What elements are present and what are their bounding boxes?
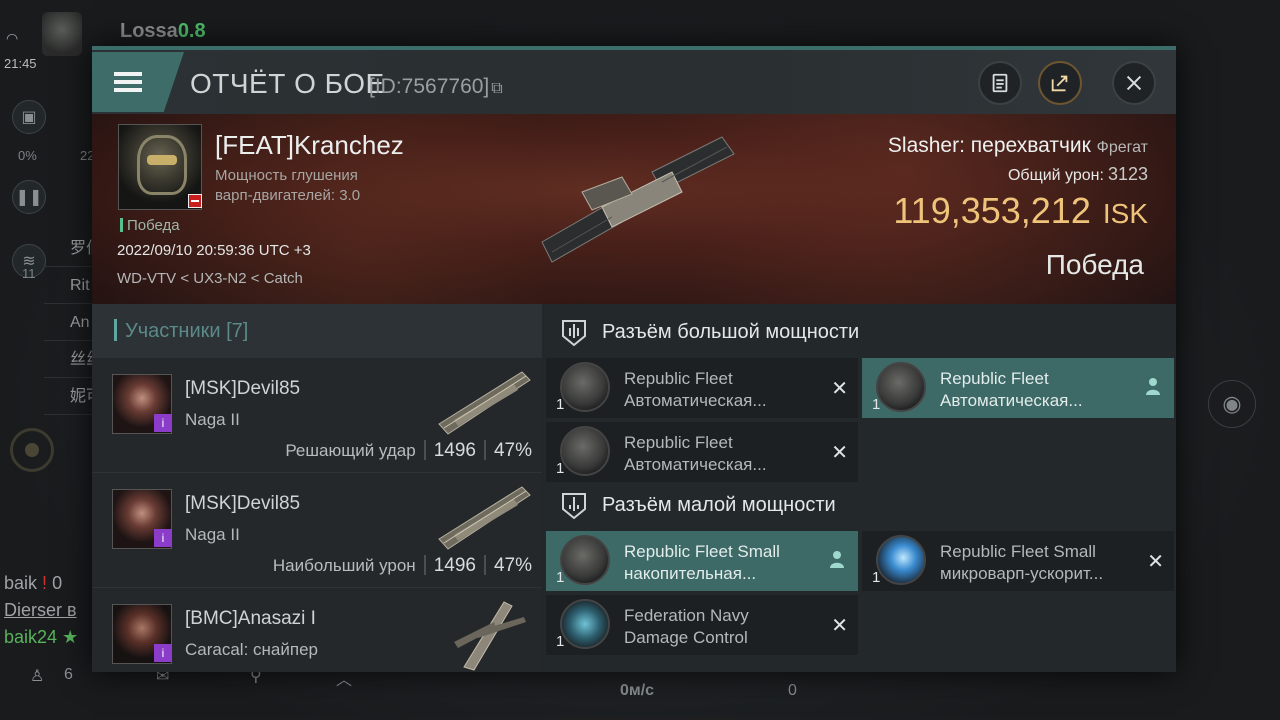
close-button[interactable] [1112, 61, 1156, 105]
participant-ship-image [438, 486, 531, 550]
close-icon [1126, 75, 1142, 91]
dropped-person-icon [830, 551, 844, 568]
low-slot-header: Разъём малой мощности [544, 479, 1176, 531]
combat-report-modal: ОТЧЁТ О БОЕ [ID:7567760] ⧉ [FEAT]Kranchez… [92, 46, 1176, 672]
victim-ship[interactable]: Slasher: перехватчик Фрегат [888, 134, 1148, 158]
kill-datetime: 2022/09/10 20:59:36 UTC +3 [117, 242, 311, 259]
total-damage: Общий урон: 3123 [1007, 164, 1148, 184]
menu-button[interactable] [92, 52, 184, 112]
security-status: 0.8 [177, 20, 206, 42]
participant-ship: Naga II [185, 525, 240, 544]
chat-line: Dierser в [4, 600, 77, 620]
participant-ship: Caracal: снайпер [185, 640, 318, 659]
victim-header: [FEAT]Kranchez Мощность глушения варп-дв… [92, 114, 1176, 304]
destroyed-icon: ✕ [1147, 551, 1164, 573]
destroyed-icon: ✕ [831, 442, 848, 464]
notes-button[interactable] [978, 61, 1022, 105]
corp-badge-icon: i [154, 414, 172, 432]
participant-row[interactable]: i [BMC]Anasazi I Caracal: снайпер [92, 588, 542, 672]
speed-readout: 0м/с [620, 682, 655, 699]
participant-row[interactable]: i [MSK]Devil85 Naga II Решающий удар 1496… [92, 358, 542, 473]
participant-stats: Наибольший урон 1496 47% [272, 555, 532, 576]
outcome-tag: Победа [120, 217, 180, 234]
modal-title: ОТЧЁТ О БОЕ [190, 68, 385, 99]
chat-line: baik ! 0 [4, 573, 63, 593]
overview-badge: 11 [22, 266, 36, 281]
destroyed-icon: ✕ [831, 378, 848, 400]
hostile-tag-icon [188, 194, 202, 208]
participant-name: [BMC]Anasazi I [185, 608, 316, 629]
damage-control-icon [560, 599, 610, 649]
clock: 21:45 [4, 56, 37, 71]
module-slot[interactable]: 1 Republic Fleet Small накопительная... [546, 531, 858, 591]
participant-ship: Naga II [185, 410, 240, 429]
participant-row[interactable]: i [MSK]Devil85 Naga II Наибольший урон 14… [92, 473, 542, 588]
microwarpdrive-icon [876, 535, 926, 585]
victim-name[interactable]: [FEAT]Kranchez [215, 130, 404, 161]
participants-panel: Участники [7] i [MSK]Devil85 Naga II Реш… [92, 304, 542, 672]
copy-icon: ⧉ [491, 80, 503, 97]
destroyed-icon: ✕ [831, 615, 848, 637]
result-label: Победа [1045, 249, 1144, 280]
hamburger-icon [114, 68, 142, 96]
participant-name: [MSK]Devil85 [185, 493, 301, 514]
target-ring-icon[interactable] [10, 428, 54, 472]
module-qty: 1 [556, 460, 565, 477]
participant-stats: Решающий удар 1496 47% [285, 440, 532, 461]
module-qty: 1 [872, 396, 881, 413]
participant-name: [MSK]Devil85 [185, 378, 301, 399]
module-qty: 1 [556, 396, 565, 413]
autocannon-icon [876, 362, 926, 412]
module-name: Republic Fleet Автоматическая... [940, 369, 1083, 410]
player-name: Lossa0.8 [120, 20, 206, 42]
fittings-panel: Разъём большой мощности 1 Republic Fleet… [544, 304, 1176, 672]
kill-location[interactable]: WD-VTV < UX3-N2 < Catch [117, 270, 303, 287]
module-slot[interactable]: 1 Republic Fleet Автоматическая... [862, 358, 1174, 418]
module-qty: 1 [872, 569, 881, 586]
module-qty: 1 [556, 569, 565, 586]
isk-value: 119,353,212 ISK [893, 190, 1148, 231]
share-button[interactable] [1038, 61, 1082, 105]
wifi-icon: ◠ [6, 30, 19, 46]
victim-ship-image[interactable] [522, 132, 742, 282]
warning-icon: ! [42, 573, 48, 593]
corp-badge-icon: i [154, 529, 172, 547]
participant-ship-image [438, 371, 531, 435]
autocannon-icon [560, 426, 610, 476]
dropped-person-icon [1146, 378, 1160, 395]
eye-icon[interactable]: ◉ [1208, 380, 1256, 428]
capacitor-icon [560, 535, 610, 585]
bottom-zero: 0 [788, 682, 797, 699]
module-name: Republic Fleet Small накопительная... [624, 542, 780, 583]
module-name: Federation Navy Damage Control [624, 606, 749, 647]
module-qty: 1 [556, 633, 565, 650]
participant-ship-image [454, 601, 526, 671]
share-icon [1051, 75, 1068, 92]
title-bar: ОТЧЁТ О БОЕ [ID:7567760] ⧉ [92, 50, 1176, 114]
module-slot[interactable]: 1 Republic Fleet Автоматическая... ✕ [546, 358, 858, 418]
participants-header[interactable]: Участники [7] [92, 304, 542, 358]
high-slot-icon [562, 320, 586, 347]
module-slot[interactable]: 1 Federation Navy Damage Control ✕ [546, 595, 858, 655]
autocannon-icon [560, 362, 610, 412]
module-name: Republic Fleet Автоматическая... [624, 433, 767, 474]
local-count: 6 [64, 666, 73, 683]
clipboard-icon [992, 73, 1008, 93]
victim-attribute: Мощность глушения варп-двигателей: 3.0 [215, 167, 361, 204]
module-name: Republic Fleet Автоматическая... [624, 369, 767, 410]
high-slot-header: Разъём большой мощности [544, 306, 1176, 358]
module-name: Republic Fleet Small микроварп-ускорит... [940, 542, 1104, 583]
cargo-icon[interactable]: ▣ [12, 100, 46, 134]
local-icon[interactable]: ♙ [30, 666, 44, 686]
module-slot[interactable]: 1 Republic Fleet Small микроварп-ускорит.… [862, 531, 1174, 591]
chat-line: baik24 ★ [4, 627, 79, 647]
pause-icon[interactable]: ❚❚ [12, 180, 46, 214]
low-slot-icon [562, 493, 586, 520]
module-slot[interactable]: 1 Republic Fleet Автоматическая... ✕ [546, 422, 858, 482]
corp-badge-icon: i [154, 644, 172, 662]
chat-log: baik ! 0 Dierser в baik24 ★ [4, 570, 78, 651]
report-id[interactable]: [ID:7567760] ⧉ [369, 75, 503, 99]
player-avatar[interactable] [42, 12, 82, 56]
capacity-percent: 0% [18, 148, 37, 163]
